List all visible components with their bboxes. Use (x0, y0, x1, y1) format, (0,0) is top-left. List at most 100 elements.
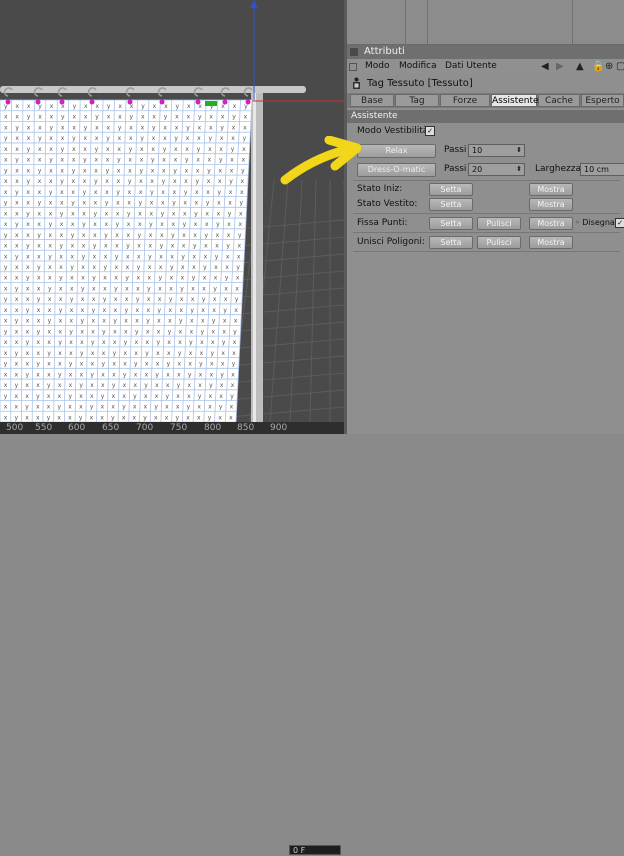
cloth-glyph: y (69, 361, 73, 368)
cloth-glyph: x (122, 393, 126, 400)
tag-title: Tag Tessuto [Tessuto] (367, 78, 473, 89)
cloth-glyph: x (198, 382, 202, 389)
cloth-glyph: y (185, 157, 189, 164)
cloth-glyph: x (117, 178, 121, 185)
back-arrow-icon[interactable]: ◀ (541, 61, 549, 72)
cloth-glyph: x (177, 361, 181, 368)
current-frame-field[interactable]: 0 F (289, 845, 341, 855)
cloth-glyph: x (112, 361, 116, 368)
tab-tag[interactable]: Tag (395, 94, 439, 107)
cloth-glyph: x (138, 210, 142, 217)
cloth-glyph: x (95, 124, 99, 131)
unisci-setta-button[interactable]: Setta (429, 236, 473, 249)
unisci-mostra-button[interactable]: Mostra (529, 236, 573, 249)
tab-forze[interactable]: Forze (440, 94, 490, 107)
disegna-checkbox[interactable]: ✓ (615, 218, 624, 228)
floor-grid-line (229, 372, 344, 384)
cloth-glyph: x (133, 414, 137, 421)
cloth-glyph: x (25, 414, 29, 421)
fissa-punti-pulisci-button[interactable]: Pulisci (477, 217, 521, 230)
cloth-glyph: x (180, 296, 184, 303)
menu-dati-utente[interactable]: Dati Utente (445, 59, 497, 74)
cloth-glyph: y (213, 285, 217, 292)
cloth-glyph: x (173, 178, 177, 185)
cloth-glyph: y (169, 296, 173, 303)
cloth-glyph: y (79, 414, 83, 421)
cloth-glyph: y (118, 124, 122, 131)
cloth-glyph: x (181, 275, 185, 282)
floor-grid-line (309, 179, 317, 422)
cloth-glyph: x (26, 221, 30, 228)
cloth-glyph: x (141, 124, 145, 131)
floor-grid-line (289, 179, 303, 422)
cloth-glyph: y (71, 200, 75, 207)
cloth-glyph: y (61, 114, 65, 121)
cloth-glyph: x (147, 275, 151, 282)
cloth-glyph: x (182, 243, 186, 250)
cloth-glyph: y (71, 232, 75, 239)
larghezza-field[interactable]: 10 cm (580, 163, 624, 176)
passi-dress-field[interactable]: 20 ⬍ (468, 163, 525, 176)
attributes-title-bar[interactable]: Attributi (347, 45, 624, 59)
modo-vestibilita-checkbox[interactable]: ✓ (425, 126, 435, 136)
viewport-3d[interactable]: yxxyxxyxxyxxyxxyxxyxxyxxyxxyxxyxxyxxyxxy… (0, 0, 344, 422)
passi-dress-label: Passi (444, 164, 467, 174)
cloth-glyph: x (234, 318, 238, 325)
cloth-glyph: x (230, 157, 234, 164)
cloth-glyph: x (151, 167, 155, 174)
stato-vestito-mostra-button[interactable]: Mostra (529, 198, 573, 211)
cloth-glyph: y (113, 318, 117, 325)
stato-vestito-setta-button[interactable]: Setta (429, 198, 473, 211)
cloth-glyph: x (155, 393, 159, 400)
modo-vestibilita-label: Modo Vestibilità (357, 126, 429, 136)
menu-modifica[interactable]: Modifica (399, 59, 437, 74)
fissa-punti-setta-button[interactable]: Setta (429, 217, 473, 230)
cloth-glyph: x (4, 275, 8, 282)
cloth-glyph: x (127, 200, 131, 207)
timeline-ruler[interactable]: 500 550 600 650 700 750 800 850 900 0 F (0, 422, 344, 855)
cloth-glyph: x (103, 285, 107, 292)
axis-arrow-icon (250, 0, 258, 8)
cloth-glyph: y (171, 232, 175, 239)
cloth-glyph: x (135, 318, 139, 325)
cloth-glyph: y (112, 382, 116, 389)
passi-relax-field[interactable]: 10 ⬍ (468, 144, 525, 157)
cloth-glyph: y (158, 307, 162, 314)
tab-cache[interactable]: Cache (538, 94, 580, 107)
cloth-glyph: y (4, 328, 8, 335)
selection-marker (205, 101, 217, 106)
menu-modo[interactable]: Modo (365, 59, 390, 74)
fissa-punti-mostra-button[interactable]: Mostra (529, 217, 573, 230)
floor-grid-line (229, 355, 344, 367)
cloth-glyph: x (115, 264, 119, 271)
cloth-glyph: x (231, 135, 235, 142)
cloth-glyph: x (218, 167, 222, 174)
pin-icon[interactable]: ⊕ (605, 61, 613, 72)
stepper-icon[interactable]: ⬍ (516, 145, 522, 156)
panel-grip-icon[interactable] (350, 48, 358, 56)
cloth-glyph: x (93, 232, 97, 239)
cloth-glyph: x (213, 296, 217, 303)
lock-icon[interactable]: 🔒 (592, 61, 604, 72)
new-window-icon[interactable]: ▢ (616, 61, 624, 72)
stepper-icon[interactable]: ⬍ (516, 164, 522, 175)
forward-arrow-icon[interactable]: ▶ (556, 61, 564, 72)
unisci-pulisci-button[interactable]: Pulisci (477, 236, 521, 249)
tab-esperto[interactable]: Esperto (581, 94, 624, 107)
stato-iniz-mostra-button[interactable]: Mostra (529, 183, 573, 196)
relax-button[interactable]: Relax (357, 144, 436, 158)
tick-label: 800 (204, 423, 222, 433)
cloth-glyph: y (36, 361, 40, 368)
stato-iniz-setta-button[interactable]: Setta (429, 183, 473, 196)
up-arrow-icon[interactable]: ▲ (576, 61, 584, 72)
cloth-glyph: x (26, 318, 30, 325)
dress-o-matic-button[interactable]: Dress-O-matic (357, 163, 436, 177)
cloth-glyph: x (148, 264, 152, 271)
cloth-glyph: y (145, 350, 149, 357)
separator (353, 251, 620, 252)
tab-assistente[interactable]: Assistente (491, 94, 539, 107)
cloth-pin (245, 99, 251, 105)
tab-base[interactable]: Base (350, 94, 394, 107)
cloth-glyph: x (111, 404, 115, 411)
cloth-glyph: y (93, 243, 97, 250)
